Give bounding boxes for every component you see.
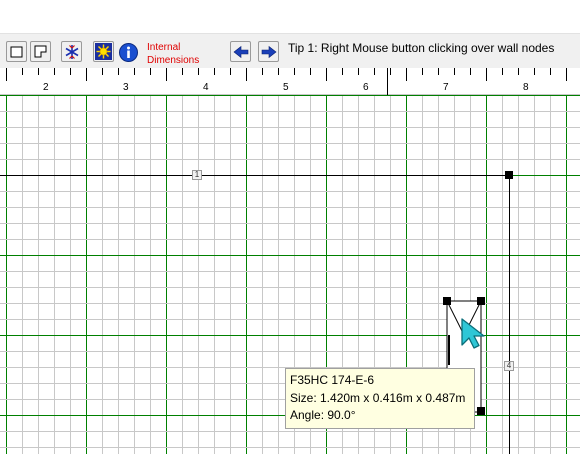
next-tip-button[interactable]	[258, 41, 279, 62]
ruler-label-3: 3	[123, 82, 129, 93]
wall-node[interactable]	[505, 171, 513, 179]
rect-select-button[interactable]	[6, 41, 27, 62]
dimensions-label: Dimensions	[147, 55, 200, 66]
horizontal-ruler: 2 3 4 5 6 7 8	[0, 68, 580, 95]
arrow-left-icon	[233, 45, 249, 59]
selection-handle-top-left[interactable]	[443, 297, 451, 305]
internal-dimensions-toggle[interactable]: Internal Dimensions	[147, 41, 199, 67]
tooltip-size: Size: 1.420m x 0.416m x 0.487m	[290, 390, 466, 405]
title-area	[0, 0, 580, 33]
snowflake-button[interactable]	[61, 41, 82, 62]
ruler-label-7: 7	[443, 82, 449, 93]
sun-icon	[95, 43, 112, 60]
wall-marker-1[interactable]: 1	[192, 170, 202, 180]
selection-handle-top-right[interactable]	[477, 297, 485, 305]
info-button[interactable]	[117, 41, 138, 62]
toolbar: Internal Dimensions Tip 1: Right Mouse b…	[0, 33, 580, 68]
ruler-label-8: 8	[523, 82, 529, 93]
polygon-select-button[interactable]	[30, 41, 51, 62]
ruler-label-2: 2	[43, 82, 49, 93]
ruler-label-5: 5	[283, 82, 289, 93]
tip-text: Tip 1: Right Mouse button clicking over …	[288, 41, 555, 55]
ruler-label-6: 6	[363, 82, 369, 93]
selection-handle-bottom-right[interactable]	[477, 407, 485, 415]
info-icon	[119, 43, 138, 62]
snowflake-icon	[65, 45, 79, 59]
internal-label: Internal	[147, 42, 181, 53]
object-tooltip: F35HC 174-E-6 Size: 1.420m x 0.416m x 0.…	[285, 368, 475, 429]
tooltip-angle: Angle: 90.0°	[290, 408, 356, 422]
sun-button[interactable]	[93, 41, 114, 62]
rect-select-icon	[10, 46, 23, 58]
arrow-right-icon	[261, 45, 277, 59]
wall-marker-4[interactable]: 4	[504, 361, 514, 371]
cursor-pointer-icon	[461, 318, 485, 349]
polygon-select-icon	[34, 45, 47, 58]
ruler-label-4: 4	[203, 82, 209, 93]
tooltip-name: F35HC 174-E-6	[290, 373, 375, 387]
ruler-ticks	[6, 68, 567, 95]
floor-plan-app: Internal Dimensions Tip 1: Right Mouse b…	[0, 0, 580, 454]
previous-tip-button[interactable]	[230, 41, 251, 62]
